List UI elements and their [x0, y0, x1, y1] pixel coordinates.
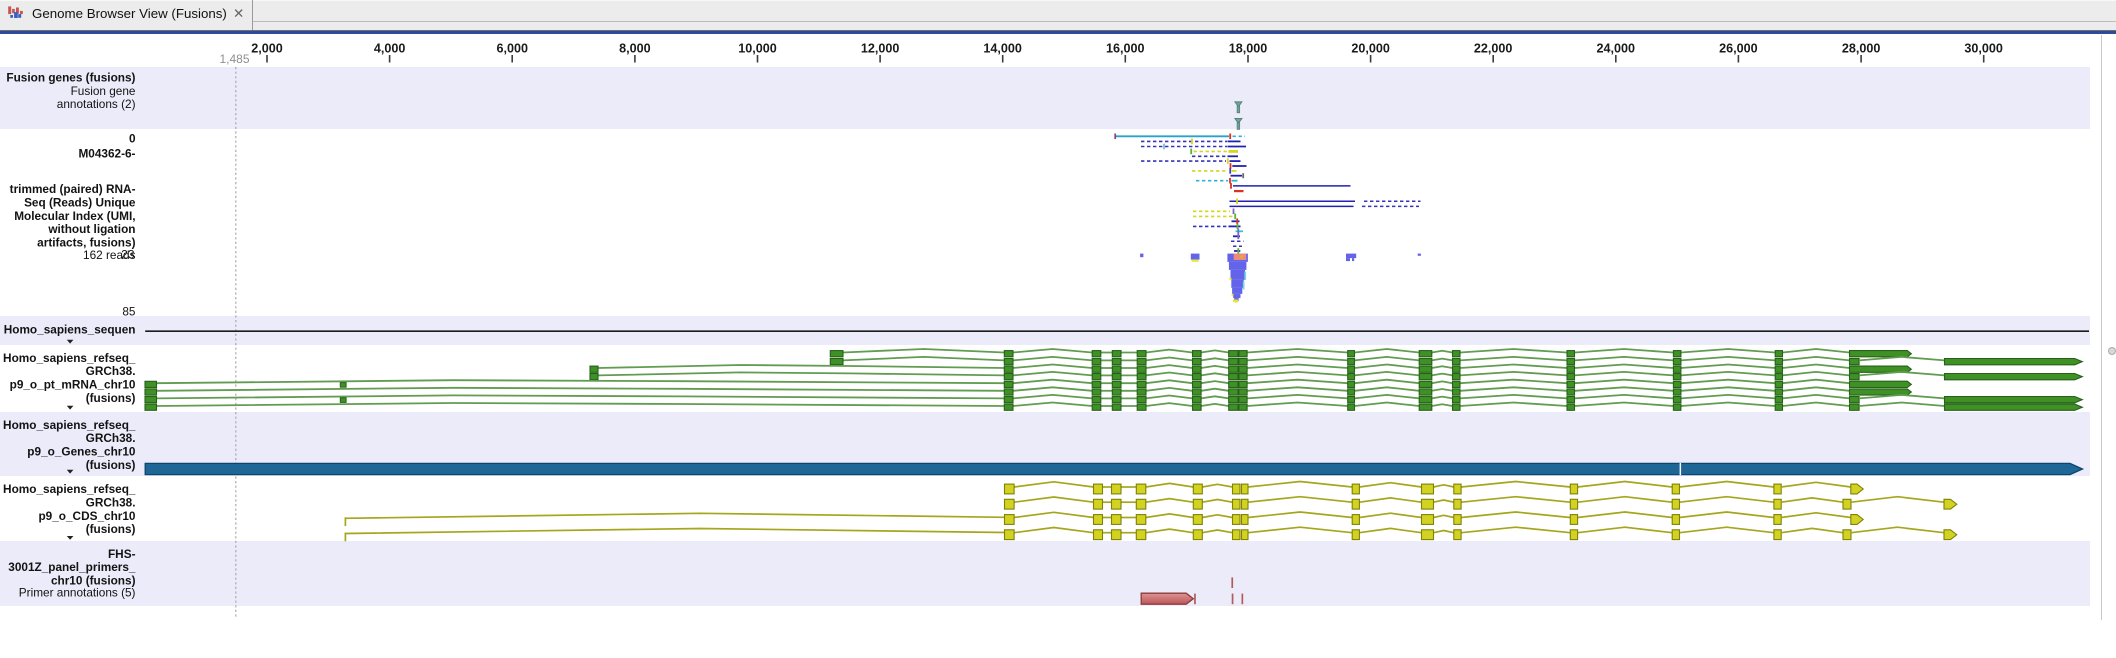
svg-text:M04362-6-: M04362-6-	[78, 147, 135, 161]
svg-text:trimmed (paired) RNA-: trimmed (paired) RNA-	[10, 182, 136, 196]
svg-text:14,000: 14,000	[983, 42, 1022, 56]
svg-text:Homo_sapiens_refseq_: Homo_sapiens_refseq_	[3, 418, 136, 432]
svg-text:Fusion genes (fusions): Fusion genes (fusions)	[6, 70, 135, 84]
svg-text:4,000: 4,000	[374, 42, 406, 56]
svg-text:0: 0	[129, 131, 136, 145]
svg-text:Primer annotations (5): Primer annotations (5)	[19, 586, 136, 600]
svg-text:2,000: 2,000	[251, 42, 283, 56]
svg-text:10,000: 10,000	[738, 42, 777, 56]
svg-text:p9_o_CDS_chr10: p9_o_CDS_chr10	[38, 509, 135, 523]
svg-text:without ligation: without ligation	[47, 222, 135, 236]
svg-text:GRCh38.: GRCh38.	[86, 496, 136, 510]
svg-text:(fusions): (fusions)	[86, 391, 136, 405]
svg-text:28,000: 28,000	[1842, 42, 1881, 56]
svg-text:23: 23	[121, 247, 135, 261]
svg-text:GRCh38.: GRCh38.	[86, 364, 136, 378]
svg-text:Molecular Index (UMI,: Molecular Index (UMI,	[14, 209, 135, 223]
svg-text:6,000: 6,000	[496, 42, 528, 56]
svg-text:1,485: 1,485	[219, 52, 249, 66]
svg-text:GRCh38.: GRCh38.	[86, 431, 136, 445]
svg-text:Homo_sapiens_refseq_: Homo_sapiens_refseq_	[3, 482, 136, 496]
svg-text:(fusions): (fusions)	[86, 522, 136, 536]
svg-text:20,000: 20,000	[1351, 42, 1390, 56]
svg-text:(fusions): (fusions)	[86, 458, 136, 472]
svg-text:Fusion gene: Fusion gene	[71, 84, 136, 98]
svg-text:3001Z_panel_primers_: 3001Z_panel_primers_	[8, 560, 136, 574]
svg-text:Homo_sapiens_refseq_: Homo_sapiens_refseq_	[3, 351, 136, 365]
svg-text:26,000: 26,000	[1719, 42, 1758, 56]
svg-text:24,000: 24,000	[1597, 42, 1636, 56]
svg-text:30,000: 30,000	[1964, 42, 2003, 56]
svg-text:Seq (Reads) Unique: Seq (Reads) Unique	[24, 196, 136, 210]
svg-text:p9_o_Genes_chr10: p9_o_Genes_chr10	[27, 445, 136, 459]
svg-text:85: 85	[122, 305, 136, 319]
svg-text:22,000: 22,000	[1474, 42, 1513, 56]
svg-text:8,000: 8,000	[619, 42, 651, 56]
svg-text:p9_o_pt_mRNA_chr10: p9_o_pt_mRNA_chr10	[10, 378, 136, 392]
svg-text:12,000: 12,000	[861, 42, 900, 56]
svg-text:16,000: 16,000	[1106, 42, 1145, 56]
svg-text:annotations (2): annotations (2)	[57, 97, 136, 111]
svg-text:18,000: 18,000	[1229, 42, 1268, 56]
svg-text:Homo_sapiens_sequen: Homo_sapiens_sequen	[4, 323, 136, 337]
svg-text:FHS-: FHS-	[108, 547, 136, 561]
